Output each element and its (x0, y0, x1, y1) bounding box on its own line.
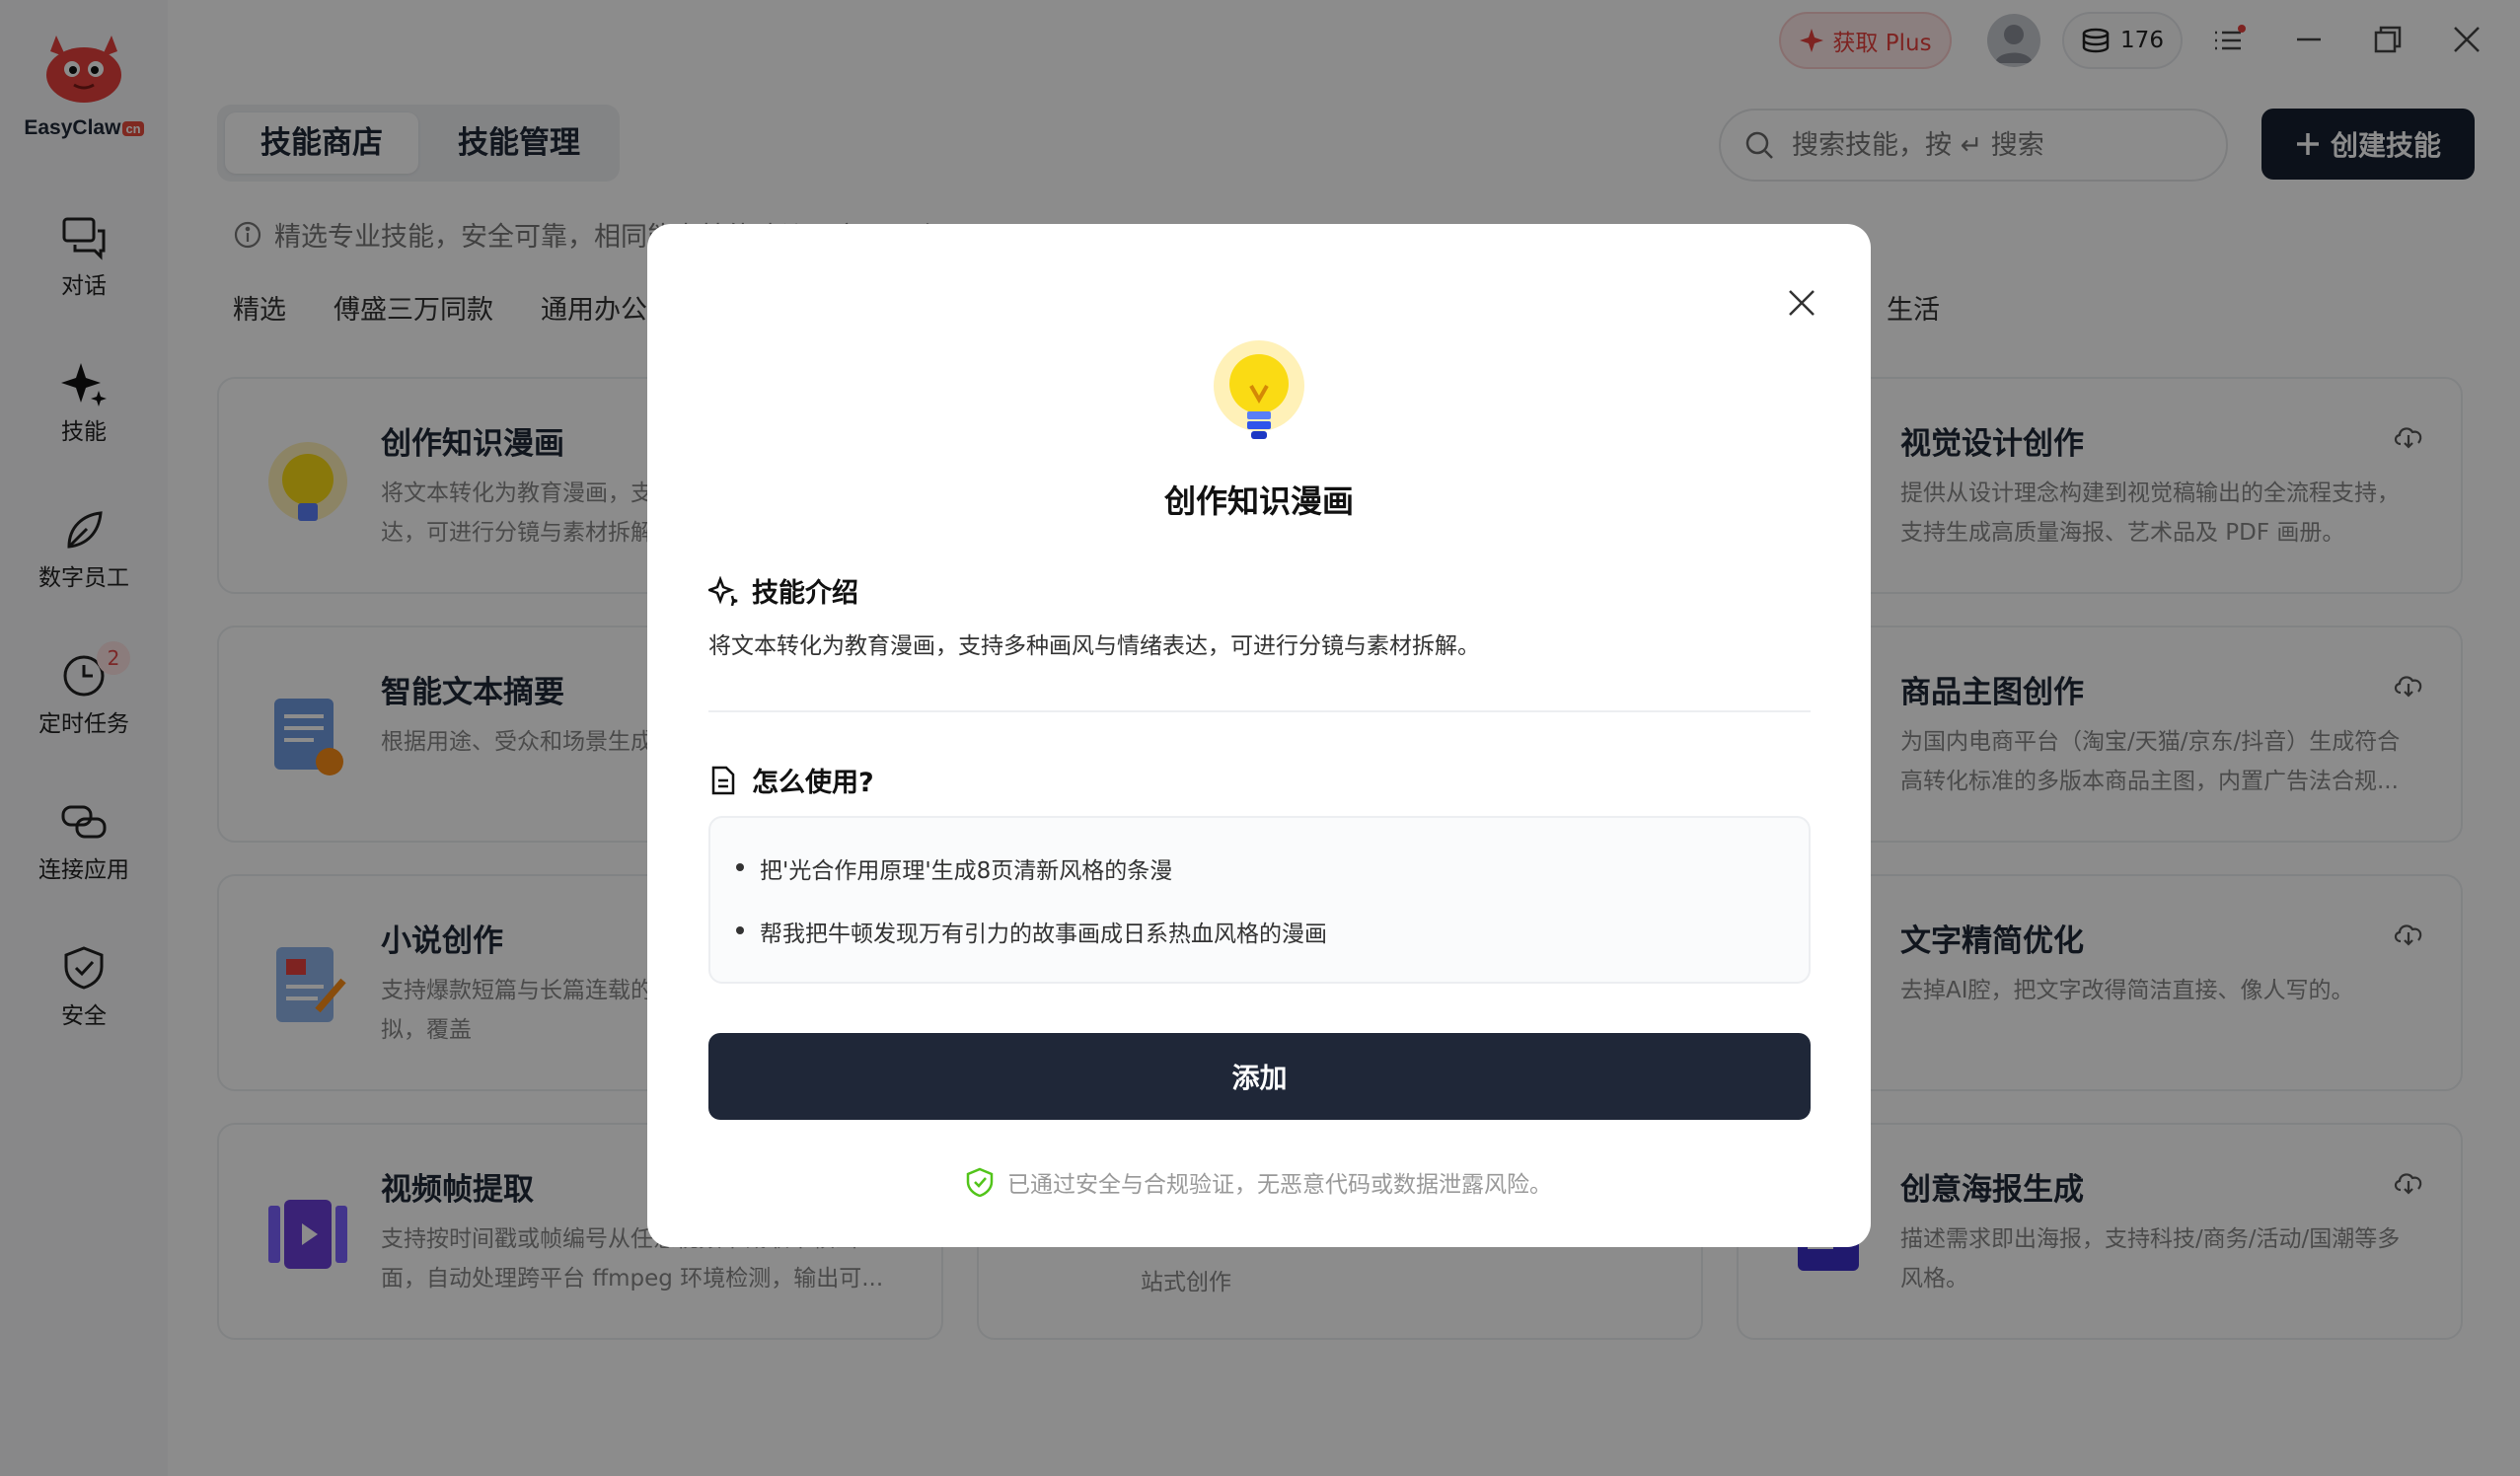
usage-examples-box: 把'光合作用原理'生成8页清新风格的条漫 帮我把牛顿发现万有引力的故事画成日系热… (708, 816, 1811, 984)
add-skill-button[interactable]: 添加 (708, 1033, 1811, 1120)
dialog-title: 创作知识漫画 (1163, 482, 1354, 520)
lightbulb-icon (1214, 340, 1304, 439)
usage-heading: 怎么使用? (708, 761, 874, 799)
usage-example[interactable]: 帮我把牛顿发现万有引力的故事画成日系热血风格的漫画 (736, 915, 1327, 948)
sparkle-outline-icon (708, 575, 738, 606)
safety-text: 已通过安全与合规验证，无恶意代码或数据泄露风险。 (1007, 1172, 1552, 1198)
skill-detail-dialog: 创作知识漫画 技能介绍 将文本转化为教育漫画，支持多种画风与情绪表达，可进行分镜… (647, 224, 1871, 1247)
usage-example[interactable]: 把'光合作用原理'生成8页清新风格的条漫 (735, 851, 1172, 885)
close-icon (1789, 290, 1815, 316)
close-dialog-button[interactable] (1778, 279, 1825, 327)
usage-heading-label: 怎么使用? (752, 768, 874, 798)
shield-check-icon (966, 1167, 994, 1197)
intro-heading: 技能介绍 (708, 571, 858, 610)
divider (708, 710, 1811, 712)
safety-notice: 已通过安全与合规验证，无恶意代码或数据泄露风险。 (647, 1165, 1871, 1199)
intro-heading-label: 技能介绍 (752, 578, 858, 609)
document-outline-icon (711, 766, 735, 794)
intro-text: 将文本转化为教育漫画，支持多种画风与情绪表达，可进行分镜与素材拆解。 (708, 633, 1480, 659)
